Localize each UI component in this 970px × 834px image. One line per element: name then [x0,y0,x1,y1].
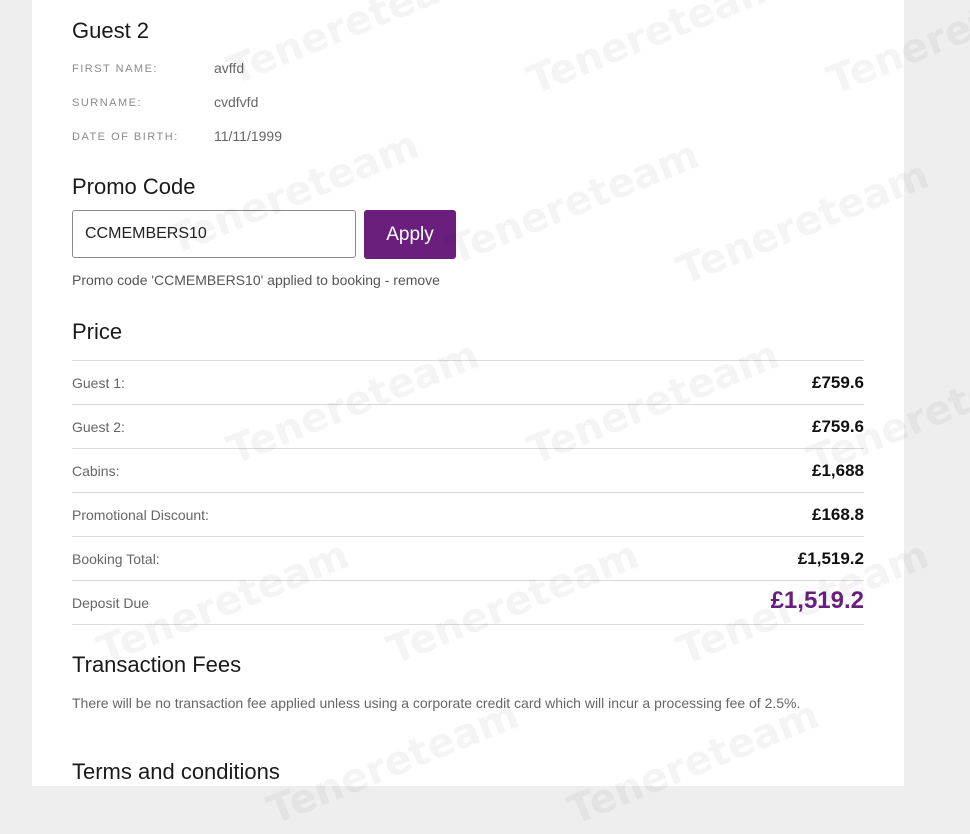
guest-2-heading: Guest 2 [72,18,150,43]
price-row-cabins: Cabins: £1,688 [72,449,864,493]
price-heading: Price [72,319,123,344]
price-row-booking-total: Booking Total: £1,519.2 [72,537,864,581]
transaction-fees-heading: Transaction Fees [72,652,242,677]
price-table: Guest 1: £759.6 Guest 2: £759.6 Cabins: … [72,360,864,625]
first-name-label: FIRST NAME: [72,63,158,75]
surname-value: cvdfvfd [214,94,259,110]
transaction-fees-text: There will be no transaction fee applied… [72,695,801,711]
remove-promo-link[interactable]: remove [393,272,440,288]
promo-applied-message: Promo code 'CCMEMBERS10' applied to book… [72,272,440,288]
price-row-guest-2: Guest 2: £759.6 [72,405,864,449]
booking-summary-card: Guest 2 FIRST NAME: avffd SURNAME: cvdfv… [32,0,904,786]
price-label: Deposit Due [72,595,150,611]
price-row-guest-1: Guest 1: £759.6 [72,361,864,405]
price-row-deposit-due: Deposit Due £1,519.2 [72,581,864,625]
first-name-value: avffd [214,60,245,76]
price-label: Promotional Discount: [72,507,209,523]
apply-promo-button[interactable]: Apply [364,210,456,259]
promo-code-heading: Promo Code [72,174,196,199]
price-amount: £759.6 [812,417,864,436]
price-label: Guest 1: [72,375,125,391]
price-amount: £168.8 [812,505,864,524]
surname-label: SURNAME: [72,97,143,109]
deposit-due-amount: £1,519.2 [770,587,864,614]
price-amount: £759.6 [812,373,864,392]
price-label: Booking Total: [72,551,160,567]
price-amount: £1,519.2 [797,549,864,568]
date-of-birth-value: 11/11/1999 [214,128,282,144]
promo-code-input[interactable] [72,210,356,258]
date-of-birth-label: DATE OF BIRTH: [72,131,179,143]
price-row-promotional-discount: Promotional Discount: £168.8 [72,493,864,537]
price-amount: £1,688 [812,461,864,480]
terms-heading: Terms and conditions [72,759,280,784]
price-label: Guest 2: [72,419,125,435]
price-label: Cabins: [72,463,120,479]
promo-applied-text: Promo code 'CCMEMBERS10' applied to book… [72,272,394,288]
